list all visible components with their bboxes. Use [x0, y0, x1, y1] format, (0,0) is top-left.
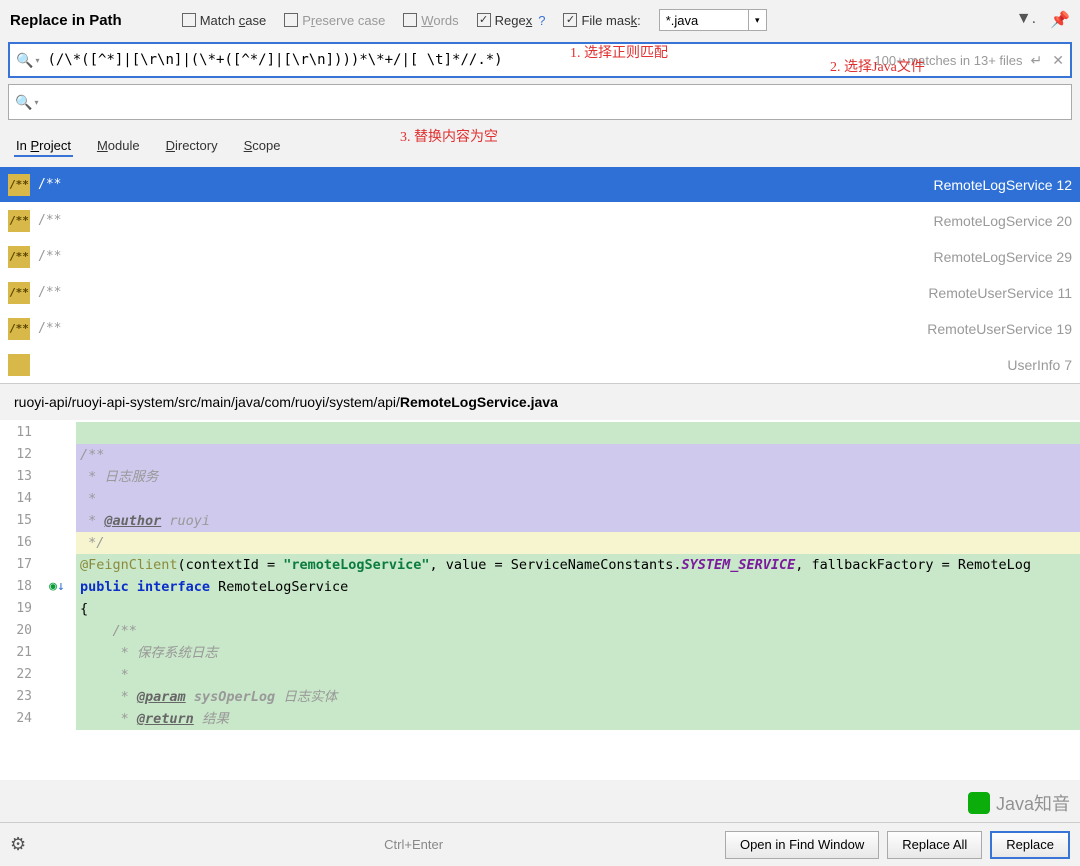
- result-file: RemoteLogService 29: [933, 249, 1072, 265]
- result-file: UserInfo 7: [1007, 357, 1072, 373]
- file-path-bar: ruoyi-api/ruoyi-api-system/src/main/java…: [0, 383, 1080, 420]
- result-row[interactable]: /** /** RemoteUserService 19: [0, 311, 1080, 347]
- result-text: /**: [38, 249, 61, 264]
- code-line: *: [76, 664, 1080, 686]
- code-line: * @param sysOperLog 日志实体: [76, 686, 1080, 708]
- replace-history-dropdown[interactable]: ▾: [34, 98, 38, 107]
- result-icon: /**: [8, 174, 30, 196]
- scope-tab-module[interactable]: Module: [95, 136, 142, 157]
- match-count: 100+ matches in 13+ files: [874, 53, 1022, 68]
- results-list: /** /** RemoteLogService 12/** /** Remot…: [0, 167, 1080, 383]
- watermark: Java知音: [968, 790, 1070, 816]
- code-line: @FeignClient(contextId = "remoteLogServi…: [76, 554, 1080, 576]
- settings-icon[interactable]: ⚙: [10, 834, 26, 855]
- dialog-title: Replace in Path: [10, 12, 122, 29]
- result-row[interactable]: /** /** RemoteLogService 20: [0, 203, 1080, 239]
- newline-icon[interactable]: ↵: [1031, 52, 1043, 69]
- result-text: /**: [38, 213, 61, 228]
- result-row[interactable]: /** /** RemoteLogService 29: [0, 239, 1080, 275]
- result-row[interactable]: /** /** RemoteLogService 12: [0, 167, 1080, 203]
- result-icon: /**: [8, 318, 30, 340]
- scope-tabs: In Project Module Directory Scope: [0, 126, 1080, 167]
- code-line: /**: [76, 444, 1080, 466]
- clear-icon[interactable]: ✕: [1052, 52, 1064, 69]
- search-input[interactable]: [47, 52, 874, 68]
- result-icon: /**: [8, 282, 30, 304]
- result-row[interactable]: UserInfo 7: [0, 347, 1080, 383]
- words-checkbox[interactable]: Words: [403, 13, 458, 28]
- result-text: /**: [38, 177, 61, 192]
- scope-tab-scope[interactable]: Scope: [242, 136, 283, 157]
- path-dirs: ruoyi-api/ruoyi-api-system/src/main/java…: [14, 394, 400, 410]
- shortcut-hint: Ctrl+Enter: [384, 837, 443, 852]
- code-line: /**: [76, 620, 1080, 642]
- result-row[interactable]: /** /** RemoteUserService 11: [0, 275, 1080, 311]
- search-icon: 🔍: [16, 52, 33, 69]
- result-file: RemoteUserService 19: [927, 321, 1072, 337]
- regex-checkbox[interactable]: Regex?: [477, 13, 546, 28]
- result-text: /**: [38, 321, 61, 336]
- search-field-container: 🔍 ▾ 100+ matches in 13+ files ↵ ✕: [8, 42, 1072, 78]
- code-line: {: [76, 598, 1080, 620]
- path-file: RemoteLogService.java: [400, 394, 558, 410]
- result-file: RemoteUserService 11: [928, 285, 1072, 301]
- replace-input[interactable]: [46, 94, 1065, 110]
- code-line: [76, 422, 1080, 444]
- result-icon: /**: [8, 246, 30, 268]
- code-preview: 1112131415161718192021222324 ◉↓ /** * 日志…: [0, 420, 1080, 780]
- code-line: *: [76, 488, 1080, 510]
- code-line: public interface RemoteLogService: [76, 576, 1080, 598]
- result-file: RemoteLogService 12: [933, 177, 1072, 193]
- filemask-checkbox[interactable]: File mask:: [563, 13, 640, 28]
- filemask-input[interactable]: [659, 9, 749, 31]
- replace-all-button[interactable]: Replace All: [887, 831, 982, 859]
- bottom-bar: ⚙ Ctrl+Enter Open in Find Window Replace…: [0, 822, 1080, 866]
- scope-tab-in-project[interactable]: In Project: [14, 136, 73, 157]
- open-in-find-window-button[interactable]: Open in Find Window: [725, 831, 879, 859]
- pin-icon[interactable]: 📌: [1050, 10, 1070, 30]
- match-case-checkbox[interactable]: Match case: [182, 13, 266, 28]
- regex-help-icon[interactable]: ?: [538, 13, 545, 28]
- code-line: */: [76, 532, 1080, 554]
- replace-icon: 🔍: [15, 94, 32, 111]
- result-icon: [8, 354, 30, 376]
- result-text: /**: [38, 285, 61, 300]
- code-line: * @return 结果: [76, 708, 1080, 730]
- replace-field-container: 🔍 ▾: [8, 84, 1072, 120]
- code-line: * 保存系统日志: [76, 642, 1080, 664]
- filemask-dropdown-icon[interactable]: ▾: [749, 9, 767, 31]
- code-line: * @author ruoyi: [76, 510, 1080, 532]
- result-file: RemoteLogService 20: [933, 213, 1072, 229]
- title-bar: Replace in Path Match case Preserve case…: [0, 0, 1080, 40]
- preserve-case-checkbox[interactable]: Preserve case: [284, 13, 385, 28]
- code-line: * 日志服务: [76, 466, 1080, 488]
- filter-icon[interactable]: ▼.: [1016, 10, 1036, 30]
- watermark-icon: [968, 792, 990, 814]
- scope-tab-directory[interactable]: Directory: [164, 136, 220, 157]
- replace-button[interactable]: Replace: [990, 831, 1070, 859]
- result-icon: /**: [8, 210, 30, 232]
- search-history-dropdown[interactable]: ▾: [35, 56, 39, 65]
